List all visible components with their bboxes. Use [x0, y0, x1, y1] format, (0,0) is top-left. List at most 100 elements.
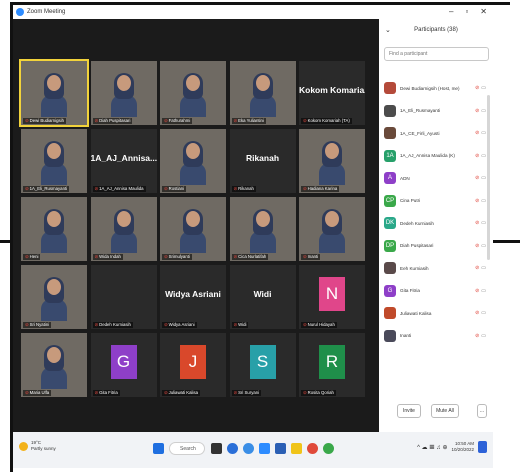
video-tile[interactable]: Widi ⊘Widi	[229, 265, 296, 329]
store-icon[interactable]	[307, 443, 318, 454]
participant-name: Eeh Kurniasih	[400, 265, 429, 271]
video-tile[interactable]: Rikanah ⊘Rikanah	[229, 129, 296, 193]
muted-mic-icon: ⊘	[475, 107, 480, 114]
weather-desc: Partly sunny	[31, 446, 56, 451]
muted-mic-icon: ⊘	[233, 390, 238, 395]
chrome-icon[interactable]	[243, 443, 254, 454]
file-explorer-icon[interactable]	[291, 443, 302, 454]
video-tile[interactable]: ⊘Dedeh Kurniasih	[90, 265, 157, 329]
video-tile[interactable]: R ⊘Rosita Qoriah	[299, 333, 365, 397]
muted-mic-icon: ⊘	[164, 390, 168, 395]
close-button[interactable]: ✕	[480, 7, 487, 16]
video-tile[interactable]: ⊘Diah Puspitasari	[90, 61, 157, 125]
maximize-button[interactable]: ▫	[465, 7, 468, 16]
participant-video-figure	[180, 141, 206, 185]
video-tile[interactable]: ⊘Rostiani	[160, 129, 226, 193]
participant-status-icons: ⊘ ▭	[475, 175, 486, 181]
participant-row[interactable]: 1A_CE_Firli_Ayusti ⊘ ▭	[384, 122, 488, 145]
video-tile[interactable]: ⊘Maria Ulfa	[21, 333, 87, 397]
tile-name-label: ⊘Hadiana Karina	[301, 186, 340, 192]
muted-mic-icon: ⊘	[475, 265, 480, 272]
participant-row[interactable]: G Gita Fitria ⊘ ▭	[384, 280, 488, 303]
avatar-letter: J	[180, 345, 206, 379]
video-tile[interactable]: Kokom Komaria... ⊘Kokom Komariah (TA)	[299, 61, 365, 125]
video-tile[interactable]: ⊘Heni	[21, 197, 87, 261]
video-tile[interactable]: N ⊘Nurul Hidayah	[299, 265, 365, 329]
notification-icon[interactable]	[478, 441, 487, 453]
participant-row[interactable]: Inanti ⊘ ▭	[384, 325, 488, 348]
video-off-icon: ▭	[481, 197, 486, 204]
clock-date: 10/20/2022	[451, 447, 474, 452]
tile-name-label: ⊘Rikanah	[231, 186, 256, 192]
tile-name-label: ⊘Sri Nyatini	[23, 322, 52, 328]
tile-name-text: 1A_AJ_Annisa Maulida	[99, 186, 144, 191]
video-tile[interactable]: G ⊘Gita Fitria	[90, 333, 157, 397]
clock[interactable]: 10:50 AM 10/20/2022	[451, 441, 474, 453]
participant-status-icons: ⊘ ▭	[475, 108, 486, 114]
video-tile[interactable]: ⊘1A_Eli_Rusmayanti	[21, 129, 87, 193]
minimize-button[interactable]: –	[449, 7, 453, 16]
participant-row[interactable]: A ADN ⊘ ▭	[384, 167, 488, 190]
video-tile[interactable]: ⊘Hadiana Karina	[299, 129, 365, 193]
participant-video-figure	[249, 209, 276, 253]
participant-row[interactable]: DK Dedeh Kurniasih ⊘ ▭	[384, 212, 488, 235]
taskbar-search-box[interactable]: Search	[169, 442, 205, 455]
clock-time: 10:50 AM	[454, 441, 474, 446]
invite-button[interactable]: Invite	[397, 404, 421, 418]
tile-name-label: ⊘Fathurahmi	[162, 118, 193, 124]
participant-row[interactable]: Dewi Budiarnigsih (Host, me) ⊘ ▭	[384, 77, 488, 100]
video-tile[interactable]: S ⊘Sri Suryani	[229, 333, 296, 397]
collapse-chevron-icon[interactable]: ⌄	[385, 26, 391, 34]
more-options-button[interactable]: ...	[477, 404, 487, 418]
participant-status-icons: ⊘ ▭	[475, 288, 486, 294]
tile-name-label: ⊘Nurul Hidayah	[301, 322, 337, 328]
participant-row[interactable]: CP Cina Putri ⊘ ▭	[384, 190, 488, 213]
video-tile[interactable]: ⊘Sri Nyatini	[21, 265, 87, 329]
zoom-app-icon[interactable]	[259, 443, 270, 454]
participant-row[interactable]: Eeh Kurniasih ⊘ ▭	[384, 257, 488, 280]
participant-row[interactable]: Juliawati Kalisa ⊘ ▭	[384, 302, 488, 325]
participant-row[interactable]: 1A_Eli_Rusmayanti ⊘ ▭	[384, 100, 488, 123]
participant-name: Cina Putri	[400, 198, 421, 204]
video-tile[interactable]: ⊘Dewi Budiarnigsih	[19, 59, 89, 127]
participant-row[interactable]: 1A 1A_AJ_Annisa Maulida (K) ⊘ ▭	[384, 145, 488, 168]
tile-name-label: ⊘Heni	[23, 254, 41, 260]
muted-mic-icon: ⊘	[25, 118, 29, 123]
zoom-logo-icon	[16, 8, 24, 16]
participant-search-input[interactable]	[384, 47, 489, 61]
task-view-icon[interactable]	[211, 443, 222, 454]
start-windows-icon[interactable]	[153, 443, 164, 454]
edge-browser-icon[interactable]	[227, 443, 238, 454]
zoom-window: Zoom Meeting – ▫ ✕ ⊘Dewi Budiarnigsih ⊘Di…	[13, 5, 493, 432]
word-icon[interactable]	[275, 443, 286, 454]
mute-all-button[interactable]: Mute All	[431, 404, 459, 418]
muted-mic-icon: ⊘	[164, 118, 168, 123]
video-tile[interactable]: Widya Asriani ⊘Widya Asriani	[160, 265, 226, 329]
participant-video-figure	[319, 141, 345, 185]
tray-icons[interactable]: ^ ☁ 𝌆 ♫ ⊕	[417, 444, 447, 451]
video-tile[interactable]: ⊘Inanti	[299, 197, 365, 261]
video-tile[interactable]: ⊘Wida Indah	[90, 197, 157, 261]
video-tile[interactable]: ⊘Cica Nurlatifah	[229, 197, 296, 261]
muted-mic-icon: ⊘	[475, 85, 480, 92]
app-icon[interactable]	[323, 443, 334, 454]
tile-name-label: ⊘Juliawati Kalisa	[162, 390, 200, 396]
video-tile[interactable]: J ⊘Juliawati Kalisa	[160, 333, 226, 397]
video-tile[interactable]: ⊘Fathurahmi	[160, 61, 226, 125]
participant-video-figure	[249, 73, 276, 117]
muted-mic-icon: ⊘	[94, 118, 99, 123]
participant-list-scrollbar[interactable]	[487, 95, 490, 260]
weather-widget[interactable]: 19°C Partly sunny	[19, 440, 56, 452]
participant-name: ADN	[400, 175, 410, 181]
video-tile[interactable]: 1A_AJ_Annisa... ⊘1A_AJ_Annisa Maulida	[90, 129, 157, 193]
video-tile[interactable]: ⊘Eka Yuliantini	[229, 61, 296, 125]
participant-avatar: 1A	[384, 149, 396, 162]
participant-name: Inanti	[400, 333, 412, 339]
video-tile[interactable]: ⊘Srimulyanti	[160, 197, 226, 261]
participant-row[interactable]: DP Diah Puspitasari ⊘ ▭	[384, 235, 488, 258]
frame-left-tick	[0, 240, 12, 243]
muted-mic-icon: ⊘	[233, 118, 238, 123]
participant-status-icons: ⊘ ▭	[475, 243, 486, 249]
participant-avatar	[384, 104, 396, 117]
participant-status-icons: ⊘ ▭	[475, 333, 486, 339]
